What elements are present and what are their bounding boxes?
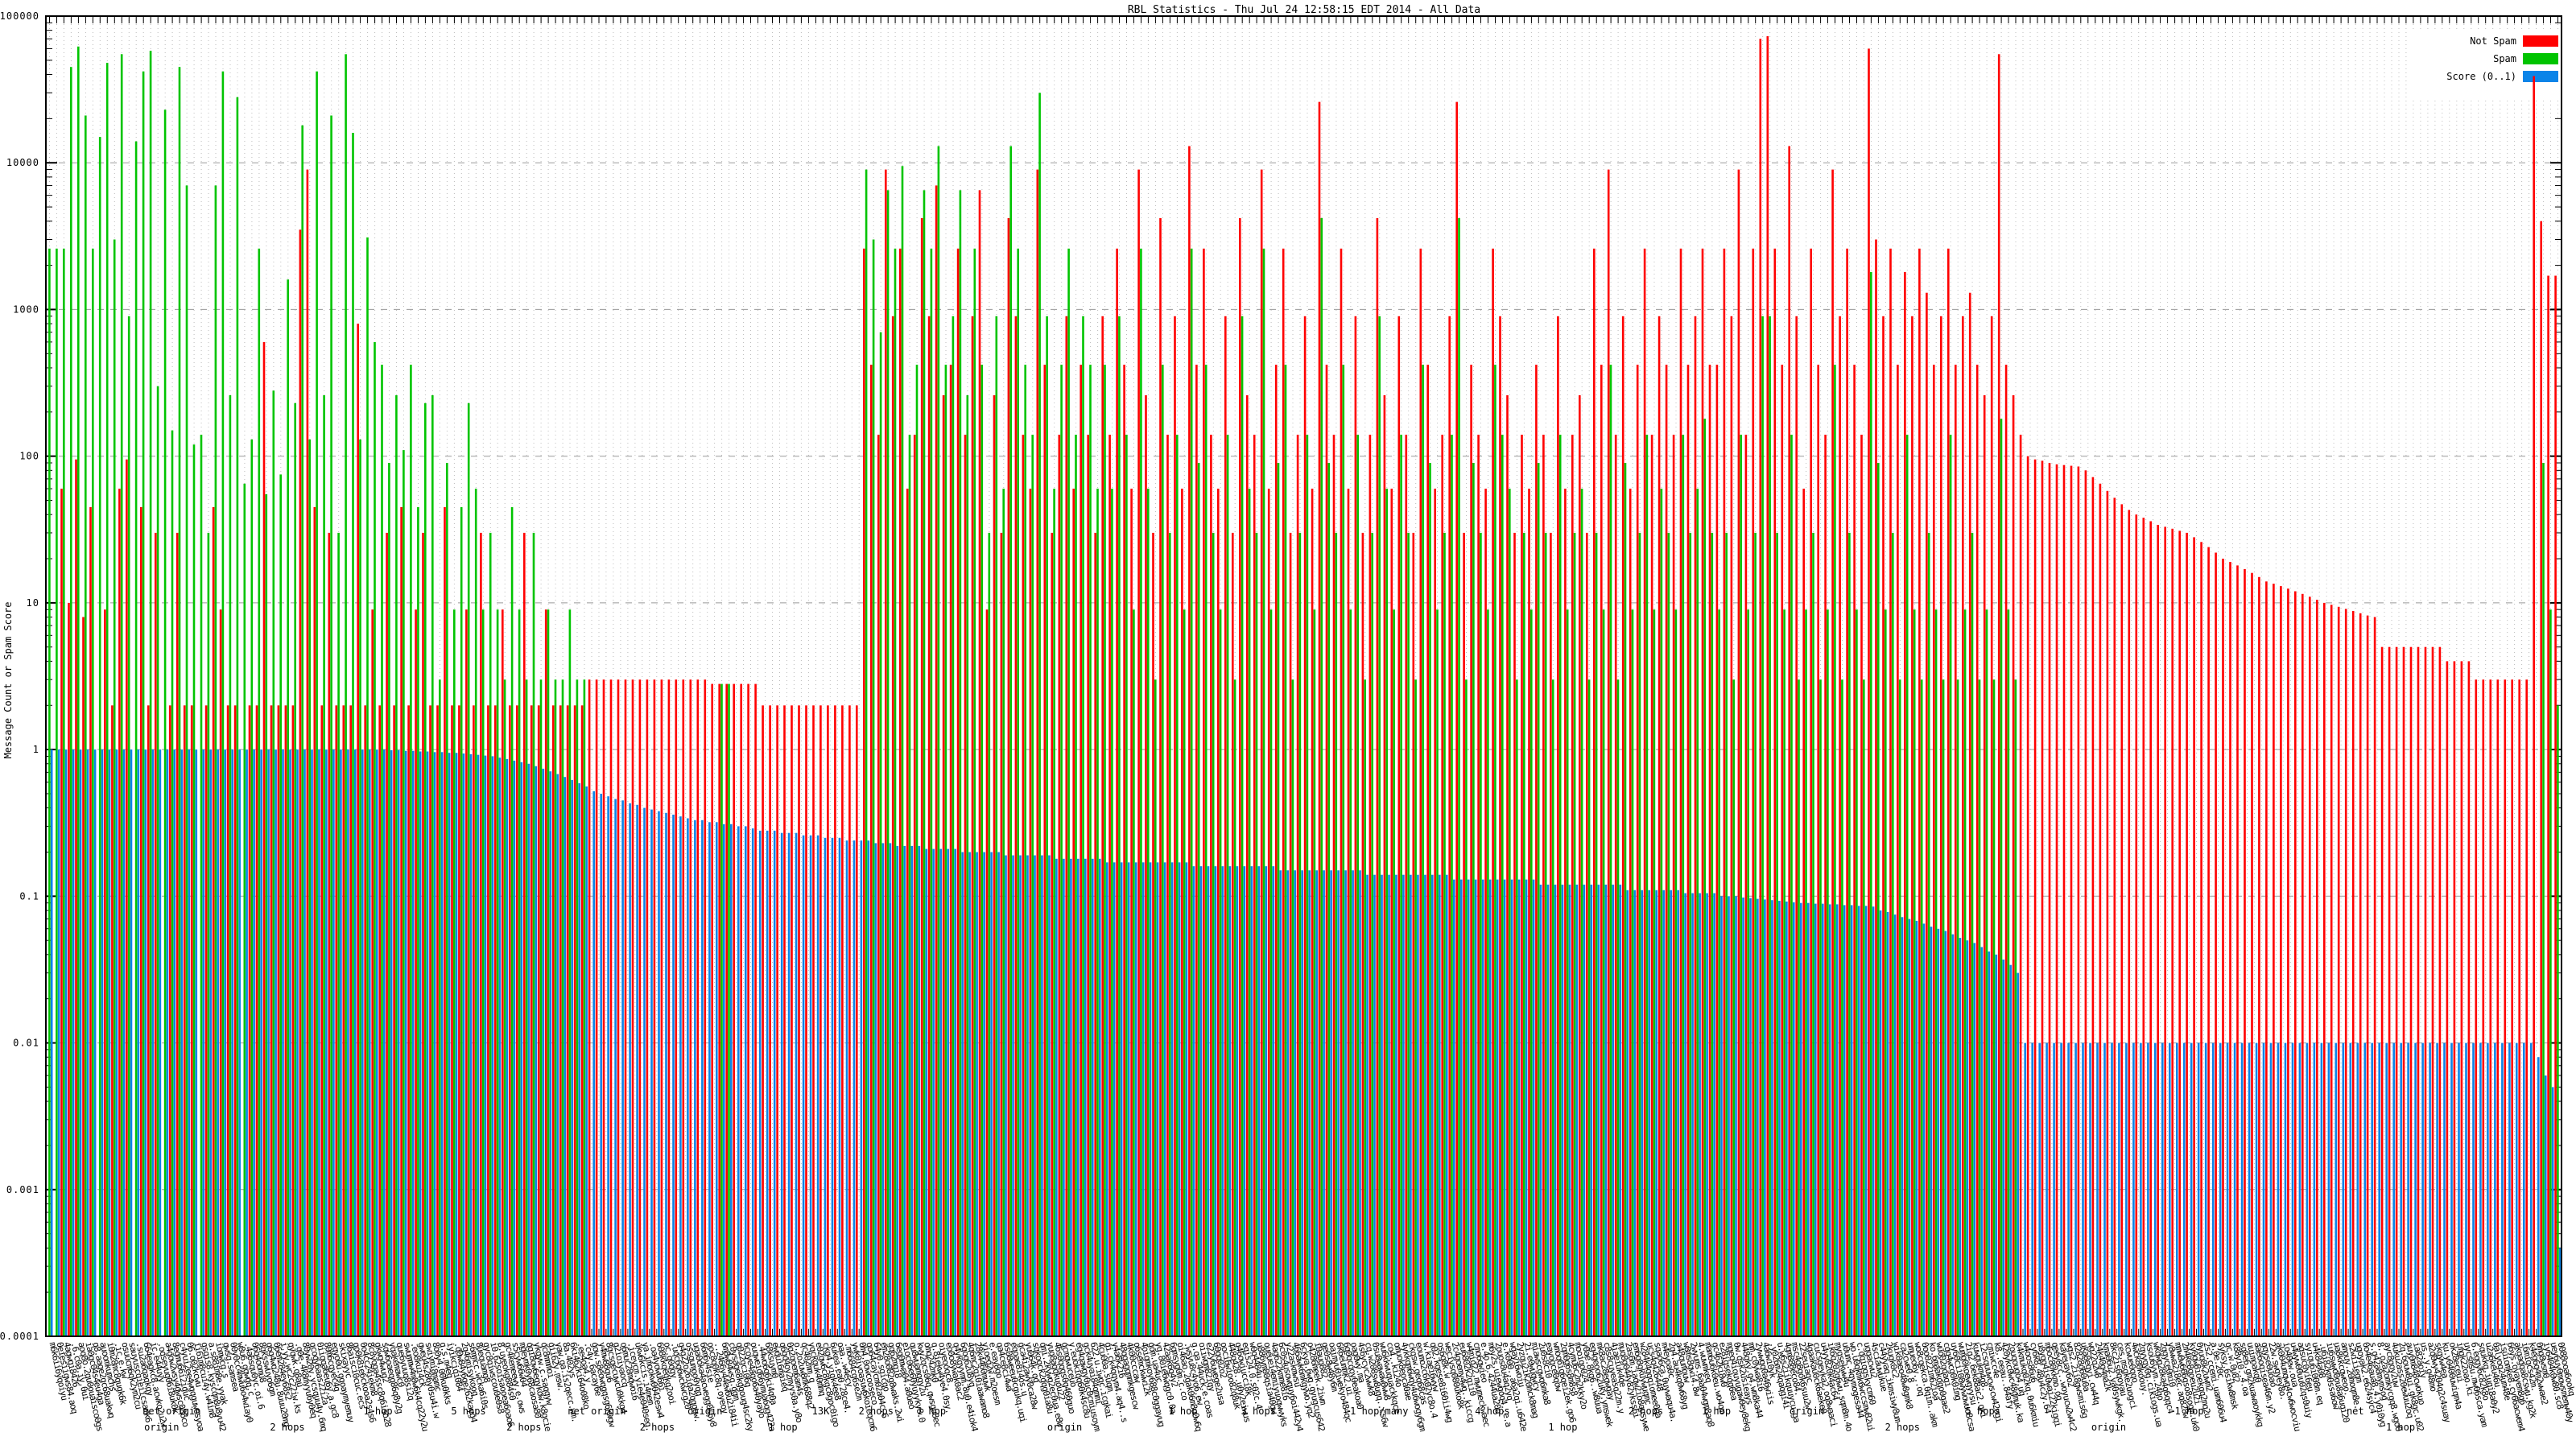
legend-swatch-spam: [2523, 53, 2558, 64]
x-axis-group-label: 2 hops: [640, 1422, 675, 1433]
legend-label-not-spam: Not Spam: [2470, 35, 2516, 47]
x-axis-group-label: 1 hop: [917, 1406, 946, 1417]
x-axis-group-label: 5 hops: [1966, 1406, 2000, 1417]
x-axis-group-label: origin: [2091, 1422, 2126, 1433]
legend-swatch-not-spam: [2523, 35, 2558, 47]
legend-label-score: Score (0..1): [2446, 71, 2516, 82]
legend: Not Spam Spam Score (0..1): [2407, 29, 2565, 98]
y-tick-label: 0.01: [13, 1038, 39, 1049]
rbl-statistics-chart: Not Spam Spam Score (0..1) m6k6ii6yqoiyu…: [0, 0, 2576, 1449]
y-axis-label: Message Count or Spam Score: [2, 601, 14, 758]
y-tick-label: 1000: [13, 303, 39, 315]
x-axis-group-label: 2 hops: [270, 1422, 304, 1433]
x-axis-group-label: net: [2347, 1406, 2364, 1417]
x-axis-group-label: origin: [1790, 1406, 1824, 1417]
y-tick-label: 10: [27, 597, 39, 609]
bars-layer: [48, 36, 2561, 1336]
x-axis-group-label: 2 hops: [506, 1422, 541, 1433]
x-axis-group-label: 1 hop: [1702, 1406, 1731, 1417]
y-tick-label: 0.0001: [0, 1331, 39, 1342]
x-axis-group-label: 5 hops: [451, 1406, 485, 1417]
y-tick-label: 10000: [6, 157, 39, 168]
x-axis-group-label: net origin: [568, 1406, 625, 1417]
x-axis-group-label: 2 hops: [859, 1406, 894, 1417]
legend-label-spam: Spam: [2493, 53, 2516, 64]
x-axis-group-label: 2 hops: [1885, 1422, 1920, 1433]
x-axis-group-label: 2 hops: [1629, 1406, 1663, 1417]
x-axis-group-label: 1 hop: [2174, 1406, 2203, 1417]
x-axis-group-label: 1 hop: [1168, 1406, 1197, 1417]
legend-swatch-score: [2523, 71, 2558, 82]
x-axis-group-label: origin: [144, 1422, 179, 1433]
x-axis-group-label: 1 hop/many: [1350, 1406, 1408, 1417]
x-axis-group-label: 4 hops: [1475, 1406, 1509, 1417]
x-axis-group-label: 1 hop: [769, 1422, 798, 1433]
plot-svg: Not Spam Spam Score (0..1) m6k6ii6yqoiyu…: [0, 0, 2576, 1449]
x-axis-group-label: 1 hop: [1548, 1422, 1577, 1433]
y-tick-label: 1: [33, 744, 39, 755]
x-axis-group-label: origin: [687, 1406, 722, 1417]
y-tick-label: 0.1: [19, 890, 39, 902]
x-axis-illegible-label-smear: m6k6ii6yqoiyu0eiesiigws84.aoq4agwgi8426.…: [47, 1341, 2576, 1433]
x-axis-group-label: 13K: [812, 1406, 830, 1417]
x-axis-group-label: 3 hops: [1241, 1406, 1276, 1417]
x-axis-group-label: 1 hop: [2386, 1422, 2415, 1433]
x-axis-group-label: origin: [1047, 1422, 1082, 1433]
y-tick-label: 100: [19, 451, 39, 462]
chart-title: RBL Statistics - Thu Jul 24 12:58:15 EDT…: [1128, 4, 1480, 16]
y-tick-label: 0.001: [6, 1184, 39, 1195]
y-tick-label: 100000: [0, 10, 39, 22]
x-axis-group-label: net origin: [142, 1406, 200, 1417]
x-axis-group-label: 1 hop: [363, 1406, 392, 1417]
